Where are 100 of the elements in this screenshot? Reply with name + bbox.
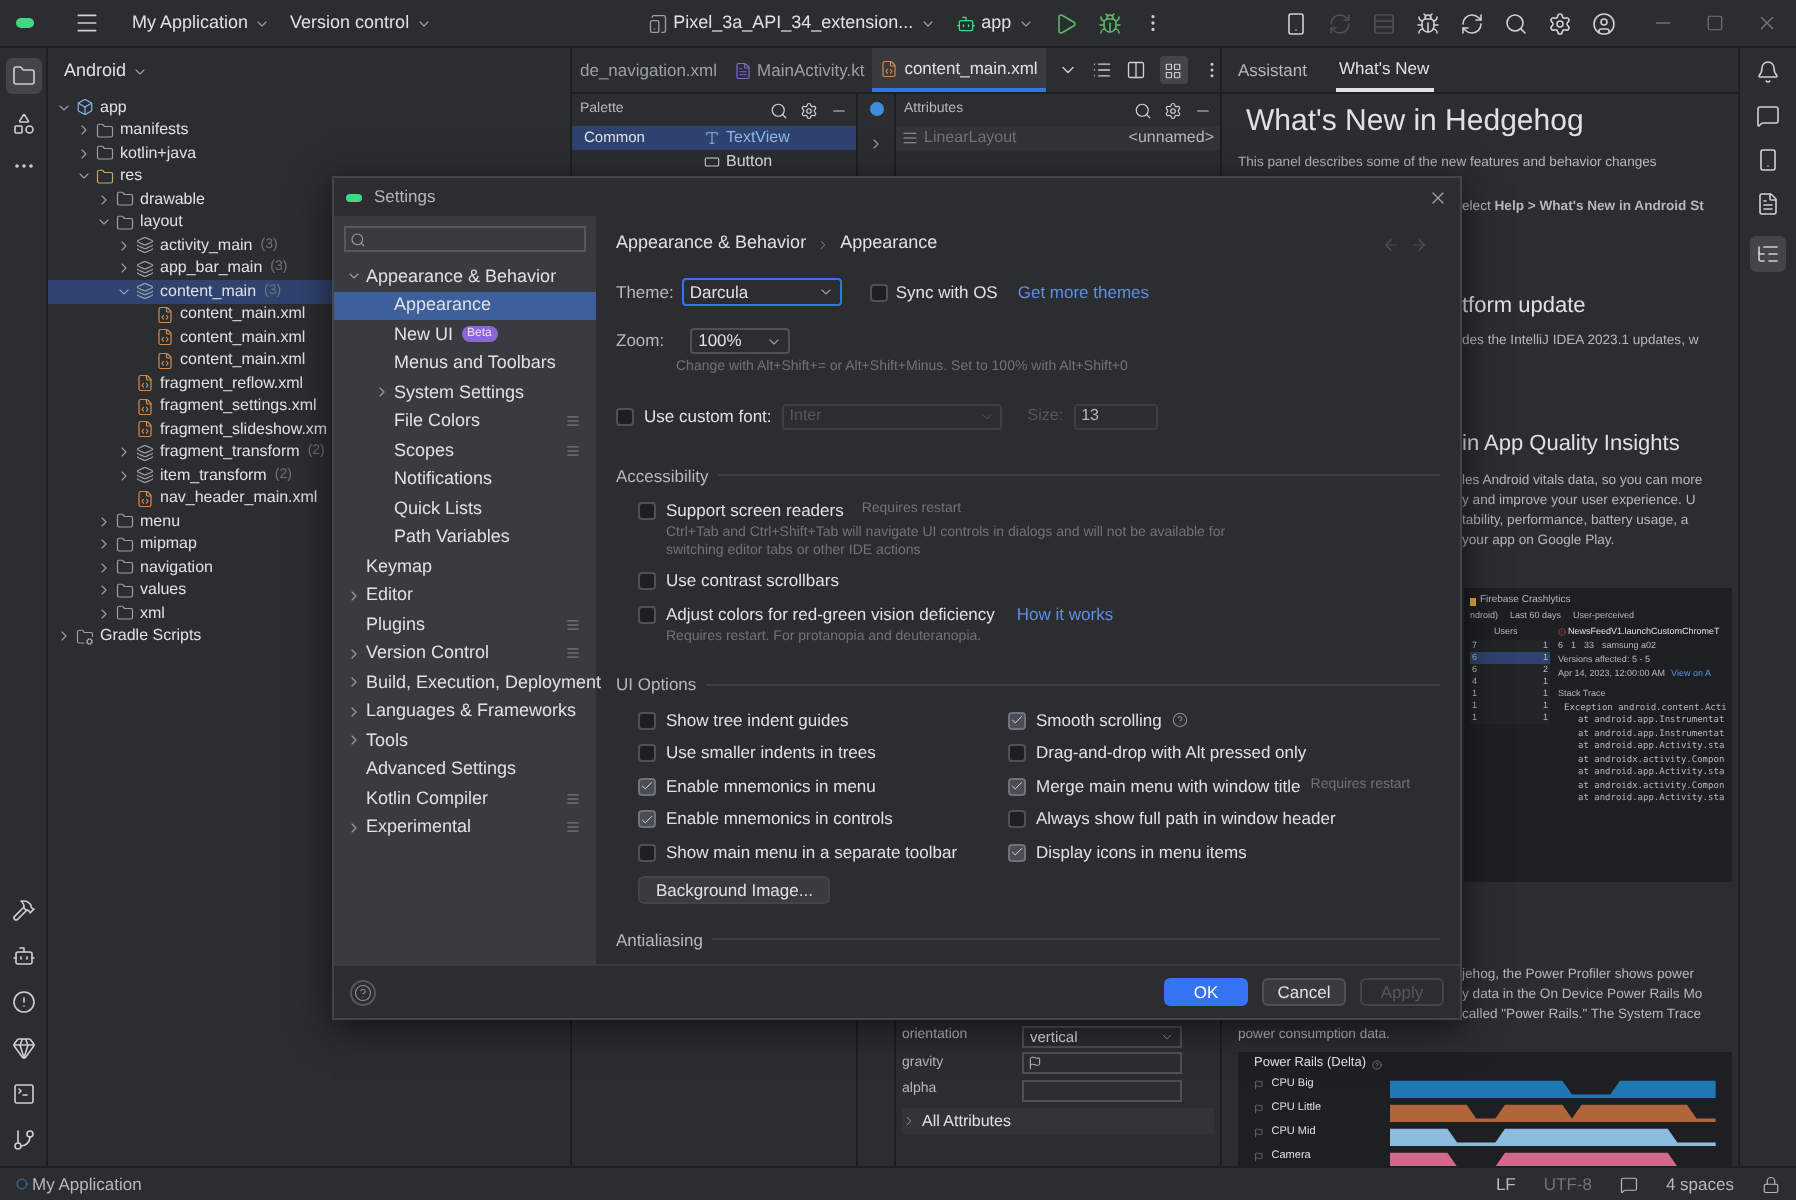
tree-item[interactable]: layout	[48, 211, 570, 234]
search-icon[interactable]	[770, 101, 788, 119]
account-icon[interactable]	[1591, 11, 1616, 35]
gem-icon[interactable]	[11, 1036, 35, 1060]
checkbox[interactable]	[1008, 711, 1026, 730]
settings-nav-item[interactable]: Advanced Settings	[334, 755, 596, 784]
how-it-works-link[interactable]: How it works	[1016, 601, 1114, 628]
theme-dropdown[interactable]: Darcula	[681, 278, 842, 306]
tree-item[interactable]: manifests	[48, 119, 570, 142]
checkbox[interactable]	[638, 605, 656, 624]
device-dropdown[interactable]: Pixel_3a_API_34_extension...	[647, 9, 936, 37]
zoom-dropdown[interactable]: 100%	[690, 328, 791, 354]
checkbox[interactable]	[638, 744, 656, 763]
settings-nav-item[interactable]: Plugins	[334, 610, 596, 639]
checkbox[interactable]	[638, 810, 656, 829]
chevron-icon[interactable]	[96, 582, 112, 599]
design-view-button[interactable]	[1159, 56, 1188, 84]
tree-item[interactable]: res	[48, 165, 570, 188]
lock-icon[interactable]	[1762, 1175, 1780, 1193]
chevron-icon[interactable]	[96, 191, 112, 208]
chevron-icon[interactable]	[346, 819, 362, 836]
chevron-icon[interactable]	[96, 605, 112, 622]
checkbox[interactable]	[638, 711, 656, 730]
resource-manager-icon[interactable]	[11, 112, 35, 136]
split-view-icon[interactable]	[1125, 60, 1146, 80]
device-file-icon[interactable]	[1756, 192, 1780, 216]
background-image-button[interactable]: Background Image...	[638, 875, 831, 903]
chevron-icon[interactable]	[346, 645, 362, 662]
checkbox[interactable]	[869, 283, 888, 301]
project-dropdown[interactable]: My Application	[132, 9, 271, 37]
settings-nav-item[interactable]: Keymap	[334, 552, 596, 581]
build-icon[interactable]	[11, 898, 35, 922]
get-more-themes-link[interactable]: Get more themes	[1017, 279, 1150, 305]
settings-nav-item[interactable]: Scopes	[334, 436, 596, 465]
checkbox[interactable]	[1008, 810, 1026, 829]
maximize-icon[interactable]	[1705, 14, 1724, 32]
running-devices-icon[interactable]	[1756, 148, 1780, 172]
editor-tab[interactable]: MainActivity.kt	[725, 48, 873, 92]
version-control-dropdown[interactable]: Version control	[290, 9, 432, 37]
checkbox[interactable]	[638, 777, 656, 796]
checkbox[interactable]	[616, 407, 634, 425]
chevron-icon[interactable]	[96, 513, 112, 530]
chevron-icon[interactable]	[96, 536, 112, 553]
settings-nav-item[interactable]: Kotlin Compiler	[334, 784, 596, 813]
bug-icon[interactable]	[1415, 11, 1440, 35]
chevron-icon[interactable]	[76, 122, 92, 139]
search-icon[interactable]	[1134, 101, 1152, 119]
chevron-icon[interactable]	[116, 467, 132, 484]
android-icon[interactable]	[11, 944, 35, 968]
chevron-icon[interactable]	[902, 1114, 916, 1128]
settings-nav-item[interactable]: Build, Execution, Deployment	[334, 668, 596, 697]
debug-icon[interactable]	[1097, 11, 1122, 35]
checkbox[interactable]	[638, 501, 656, 520]
tool-window-tab[interactable]: What's New	[1335, 48, 1434, 92]
device-manager-icon[interactable]	[1283, 11, 1308, 35]
checkbox[interactable]	[1008, 843, 1026, 862]
search-field[interactable]	[344, 226, 586, 252]
chevron-icon[interactable]	[56, 628, 72, 645]
terminal-icon[interactable]	[11, 1082, 35, 1106]
settings-nav-item[interactable]: Quick Lists	[334, 494, 596, 523]
settings-nav-item[interactable]: File Colors	[334, 407, 596, 436]
chevron-icon[interactable]	[96, 559, 112, 576]
editor-tab[interactable]: de_navigation.xml	[572, 48, 726, 92]
font-size-field[interactable]: 13	[1073, 403, 1158, 429]
checkbox[interactable]	[638, 571, 656, 590]
attribute-field[interactable]	[1022, 1079, 1182, 1102]
settings-nav-item[interactable]: Appearance	[334, 291, 596, 320]
assistant-tool-button[interactable]	[1750, 236, 1786, 272]
run-icon[interactable]	[1053, 11, 1078, 35]
chevron-icon[interactable]	[76, 145, 92, 162]
help-button[interactable]	[350, 979, 376, 1005]
project-view-dropdown[interactable]: Android	[64, 48, 149, 94]
settings-nav-item[interactable]: Notifications	[334, 465, 596, 494]
chevron-icon[interactable]	[346, 587, 362, 604]
settings-nav-item[interactable]: Languages & Frameworks	[334, 697, 596, 726]
settings-nav-item[interactable]: Editor	[334, 581, 596, 610]
chevron-icon[interactable]	[116, 444, 132, 461]
settings-icon[interactable]	[1547, 11, 1572, 35]
settings-nav-item[interactable]: Menus and Toolbars	[334, 349, 596, 378]
palette-widget[interactable]: TextView	[696, 126, 856, 150]
tree-item[interactable]: app	[48, 96, 570, 119]
editor-tab[interactable]: content_main.xml	[872, 48, 1046, 92]
tool-window-tab[interactable]: Assistant	[1234, 48, 1311, 92]
palette-widget[interactable]: Button	[696, 150, 856, 174]
settings-nav-item[interactable]: Tools	[334, 726, 596, 755]
dialog-button[interactable]: OK	[1164, 978, 1248, 1006]
notifications-icon[interactable]	[1756, 60, 1780, 84]
settings-nav-item[interactable]: Path Variables	[334, 523, 596, 552]
chevron-icon[interactable]	[116, 260, 132, 277]
git-branch-icon[interactable]	[11, 1128, 35, 1152]
run-config-dropdown[interactable]: app	[955, 9, 1034, 37]
chevron-icon[interactable]	[346, 732, 362, 749]
settings-nav-item[interactable]: System Settings	[334, 378, 596, 407]
sync-icon[interactable]	[1459, 11, 1484, 35]
chevron-icon[interactable]	[868, 136, 884, 152]
dialog-button[interactable]: Cancel	[1262, 978, 1346, 1006]
search-icon[interactable]	[1503, 11, 1528, 35]
chevron-icon[interactable]	[346, 703, 362, 720]
chevron-icon[interactable]	[116, 237, 132, 254]
settings-icon[interactable]	[1164, 101, 1182, 119]
